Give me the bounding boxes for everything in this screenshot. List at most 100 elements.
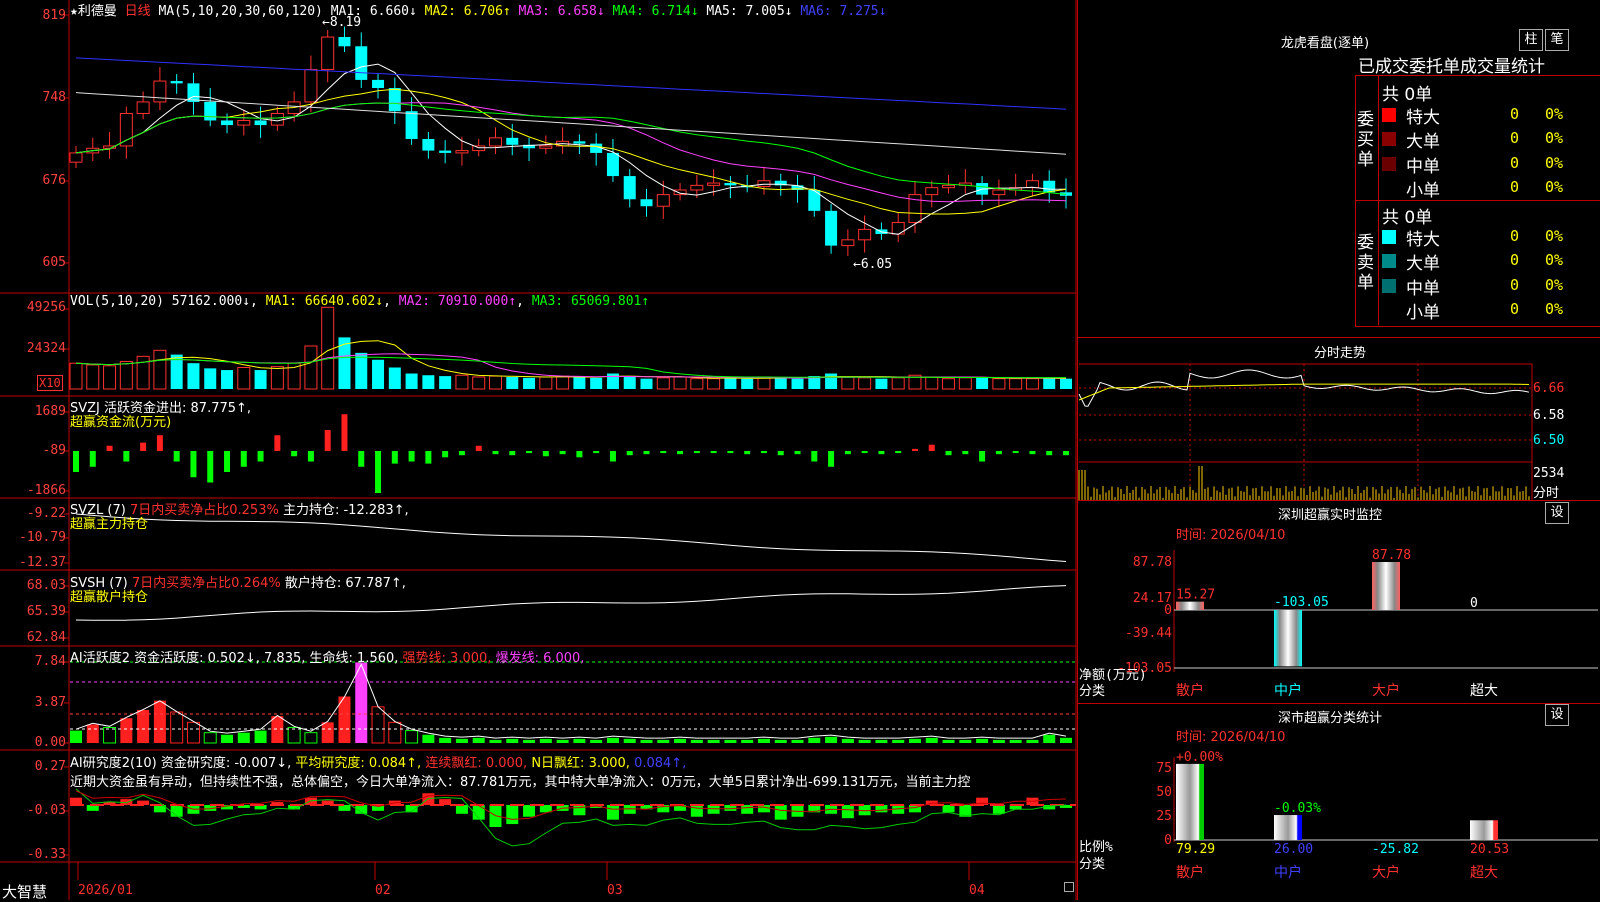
volume-bar — [741, 378, 754, 389]
svzj-bar — [727, 451, 734, 454]
svzj-bar — [190, 451, 197, 478]
ai2-bar — [1009, 739, 1022, 743]
volume-bar — [321, 306, 335, 390]
sz-class-chart[interactable]: 75 50 25 0 +0.00% 79.29 散户 -0.03% 26.00 中户 -25.82 大… — [1078, 742, 1600, 900]
svzj-bar — [492, 451, 499, 455]
ma5-readout: MA5: 7.005↓ — [698, 4, 793, 19]
xaxis-label-apr: 04 — [969, 883, 985, 898]
svzj-bar — [744, 451, 751, 455]
volume-bar — [992, 378, 1006, 390]
svzj-bar — [1046, 451, 1053, 456]
candle-body — [439, 150, 452, 153]
svzj-bar — [609, 451, 616, 462]
svzj-bars — [73, 414, 1069, 493]
ai-research-bar — [841, 805, 854, 819]
order-stats-divider — [1355, 200, 1600, 201]
intraday-chart[interactable] — [1078, 360, 1600, 500]
ai-research-ytick-2: -0.33 — [26, 847, 66, 862]
sell-row-swatch-2 — [1382, 278, 1396, 293]
sz-monitor-category-3: 超大 — [1470, 683, 1498, 699]
sz-class-ylabel: 比例% — [1079, 840, 1113, 855]
svzj-bar — [844, 451, 851, 455]
volume-bar — [270, 366, 284, 390]
bar-mode-button[interactable]: 柱 — [1519, 29, 1543, 51]
sz-class-category-1: 中户 — [1274, 864, 1302, 881]
svzj-bar — [979, 451, 986, 462]
svzj-bar — [526, 451, 533, 454]
tick-mode-button[interactable]: 笔 — [1545, 29, 1569, 51]
ai2-bar — [405, 730, 419, 744]
ai-research-bar — [623, 805, 636, 814]
ai-research-bar — [757, 805, 770, 813]
candle-body — [153, 80, 167, 103]
ai2-bar — [1026, 739, 1039, 743]
volume-bar — [338, 337, 351, 389]
volume-bar — [472, 376, 486, 390]
ai2-bar — [959, 739, 972, 743]
buy-row-name-1: 大单 — [1406, 132, 1440, 153]
svzj-bar — [828, 451, 835, 467]
intraday-ytick-0: 6.66 — [1533, 381, 1565, 396]
period-label[interactable]: 日线 — [125, 4, 151, 19]
candle-body — [204, 101, 217, 121]
ai2-bar — [858, 739, 871, 743]
svsh-sub: 超赢散户持仓 — [70, 590, 149, 605]
sz-class-value-0: 79.29 — [1176, 842, 1215, 857]
ai2-burst-line: 爆发线: 6.000, — [495, 651, 585, 666]
candle-body — [69, 152, 83, 163]
candle-body — [422, 139, 435, 151]
sz-monitor-category-0: 散户 — [1176, 682, 1204, 699]
svzj-bar — [156, 435, 163, 451]
xaxis-label-feb: 02 — [375, 883, 391, 898]
svzl-holding: 主力持仓: -12.283↑, — [282, 503, 409, 518]
vol-header: VOL(5,10,20) 57162.000↓, MA1: 66640.602↓… — [70, 294, 650, 309]
candle-body — [841, 239, 855, 247]
candle-body — [506, 137, 519, 145]
ma4-readout: MA4: 6.714↓ — [604, 4, 699, 19]
ai2-bar — [137, 709, 150, 743]
sz-monitor-ytick-2: 0 — [1164, 603, 1172, 618]
sell-row-name-2: 中单 — [1406, 278, 1440, 299]
intraday-ytick-1: 6.58 — [1533, 408, 1565, 423]
ai2-bar — [371, 706, 385, 744]
candle-body — [606, 152, 619, 177]
favorite-star-icon[interactable]: ★ — [70, 4, 78, 19]
sz-monitor-bar-0 — [1176, 601, 1204, 610]
sz-class-settings-button[interactable]: 设 — [1545, 704, 1569, 726]
sell-row-pct-2: 0% — [1545, 275, 1564, 294]
svzj-bar — [408, 451, 415, 462]
volume-bar — [86, 364, 100, 390]
sell-row-count-0: 0 — [1509, 227, 1519, 245]
ai2-bar — [892, 739, 905, 743]
sz-monitor-value-1: -103.05 — [1274, 595, 1329, 610]
candle-body — [707, 182, 721, 186]
candle-body — [237, 119, 251, 126]
volume-bar — [1043, 377, 1056, 389]
svzj-bar — [307, 451, 314, 462]
volume-bar — [690, 378, 704, 390]
ai2-bar — [304, 732, 318, 744]
ai2-bar — [1043, 734, 1056, 743]
buy-row-count-0: 0 — [1509, 105, 1519, 123]
svzj-bar — [1012, 451, 1019, 454]
ai2-header: AI活跃度2 资金活跃度: 0.502↓, 7.835, 生命线: 1.560,… — [70, 647, 584, 666]
sell-row-swatch-1 — [1382, 254, 1396, 269]
candle-body — [455, 150, 469, 154]
svzj-bar — [509, 451, 516, 456]
price-ytick-1: 748 — [42, 90, 66, 105]
svzj-bar — [660, 451, 667, 454]
vol-ytick-0: 49256 — [26, 300, 66, 315]
sz-class-xlabel: 分类 — [1079, 857, 1105, 872]
svsh-ytick-2: 62.84 — [26, 630, 66, 645]
ai-research-bar — [539, 805, 552, 813]
lock-icon[interactable] — [1064, 882, 1074, 892]
sz-monitor-chart[interactable]: 87.7824.170-39.44-103.0515.27散户-103.05中户… — [1078, 540, 1600, 700]
vol-ma3: MA3: 65069.801↑ — [531, 294, 650, 309]
ai-research-avg: 平均研究度: 0.084↑, — [295, 756, 422, 771]
sz-class-ytick-1: 50 — [1156, 785, 1172, 800]
ai2-bar — [472, 737, 485, 743]
ai2-bar — [674, 738, 687, 743]
volume-bar — [925, 376, 939, 390]
sz-monitor-settings-button[interactable]: 设 — [1545, 502, 1569, 524]
ma1-readout: MA1: 6.660↓ — [330, 4, 417, 19]
